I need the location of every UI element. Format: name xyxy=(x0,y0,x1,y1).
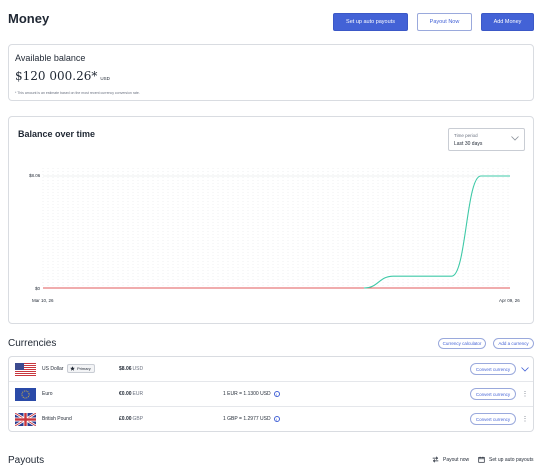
data-point xyxy=(130,287,132,289)
chart-grid xyxy=(42,168,509,288)
data-point xyxy=(188,287,190,289)
convert-currency-button[interactable]: Convert currency xyxy=(470,363,516,375)
data-point xyxy=(392,275,394,277)
data-point xyxy=(509,175,511,177)
uk-flag-icon xyxy=(15,413,36,426)
transfer-icon xyxy=(432,456,439,463)
payout-now-link[interactable]: Payout now xyxy=(432,456,469,463)
payout-now-label: Payout now xyxy=(443,456,470,463)
data-point xyxy=(451,275,453,277)
currencies-title: Currencies xyxy=(8,338,57,349)
data-point xyxy=(363,287,365,289)
convert-currency-button[interactable]: Convert currency xyxy=(470,413,516,425)
us-flag-icon xyxy=(15,363,36,376)
currencies-table: US Dollar Primary $8.06USD Convert curre… xyxy=(8,356,534,432)
primary-badge: Primary xyxy=(67,364,95,373)
data-point xyxy=(159,287,161,289)
y-tick-label: $8.06 xyxy=(29,173,41,178)
data-point xyxy=(276,287,278,289)
y-tick-label: $0 xyxy=(35,286,41,291)
currency-name: Euro xyxy=(42,391,53,397)
data-point xyxy=(480,175,482,177)
set-up-auto-payouts-label: Set up auto payouts xyxy=(489,456,534,463)
series-line xyxy=(364,175,510,289)
data-point xyxy=(217,287,219,289)
data-point xyxy=(246,287,248,289)
exchange-rate: 1 EUR = 1.1300 USD i xyxy=(223,391,280,397)
data-point xyxy=(42,287,44,289)
currency-amount: $8.06USD xyxy=(119,366,144,372)
add-currency-button[interactable]: Add a currency xyxy=(493,338,534,349)
currency-amount: £0.00GBP xyxy=(119,416,144,422)
set-up-auto-payouts-link[interactable]: Set up auto payouts xyxy=(478,456,533,463)
x-tick-label: Apr 09, 26 xyxy=(499,298,520,303)
chevron-down-icon[interactable] xyxy=(520,364,530,374)
payouts-title: Payouts xyxy=(8,455,45,466)
currency-row-eur: Euro €0.00EUR 1 EUR = 1.1300 USD i Conve… xyxy=(9,382,533,407)
data-point xyxy=(305,287,307,289)
currency-calculator-button[interactable]: Currency calculator xyxy=(438,338,486,349)
more-options-icon[interactable]: ⋮ xyxy=(520,389,530,399)
currency-row-gbp: British Pound £0.00GBP 1 GBP = 1.2977 US… xyxy=(9,407,533,431)
badge-label: Primary xyxy=(77,366,91,371)
eu-flag-icon xyxy=(15,388,36,401)
data-point xyxy=(71,287,73,289)
currency-name: British Pound xyxy=(42,416,72,422)
currency-name: US Dollar xyxy=(42,366,64,372)
chart-axis xyxy=(43,175,510,289)
x-tick-label: Mar 10, 26 xyxy=(32,298,54,303)
data-point xyxy=(422,275,424,277)
more-options-icon[interactable]: ⋮ xyxy=(520,414,530,424)
currency-row-usd: US Dollar Primary $8.06USD Convert curre… xyxy=(9,357,533,382)
data-point xyxy=(334,287,336,289)
info-icon[interactable]: i xyxy=(273,416,280,422)
star-icon xyxy=(70,366,75,371)
calendar-icon xyxy=(478,456,485,463)
convert-currency-button[interactable]: Convert currency xyxy=(470,388,516,400)
currency-amount: €0.00EUR xyxy=(119,391,144,397)
exchange-rate: 1 GBP = 1.2977 USD i xyxy=(223,416,280,422)
info-icon[interactable]: i xyxy=(273,391,280,397)
data-point xyxy=(100,287,102,289)
chart-series xyxy=(42,175,511,289)
